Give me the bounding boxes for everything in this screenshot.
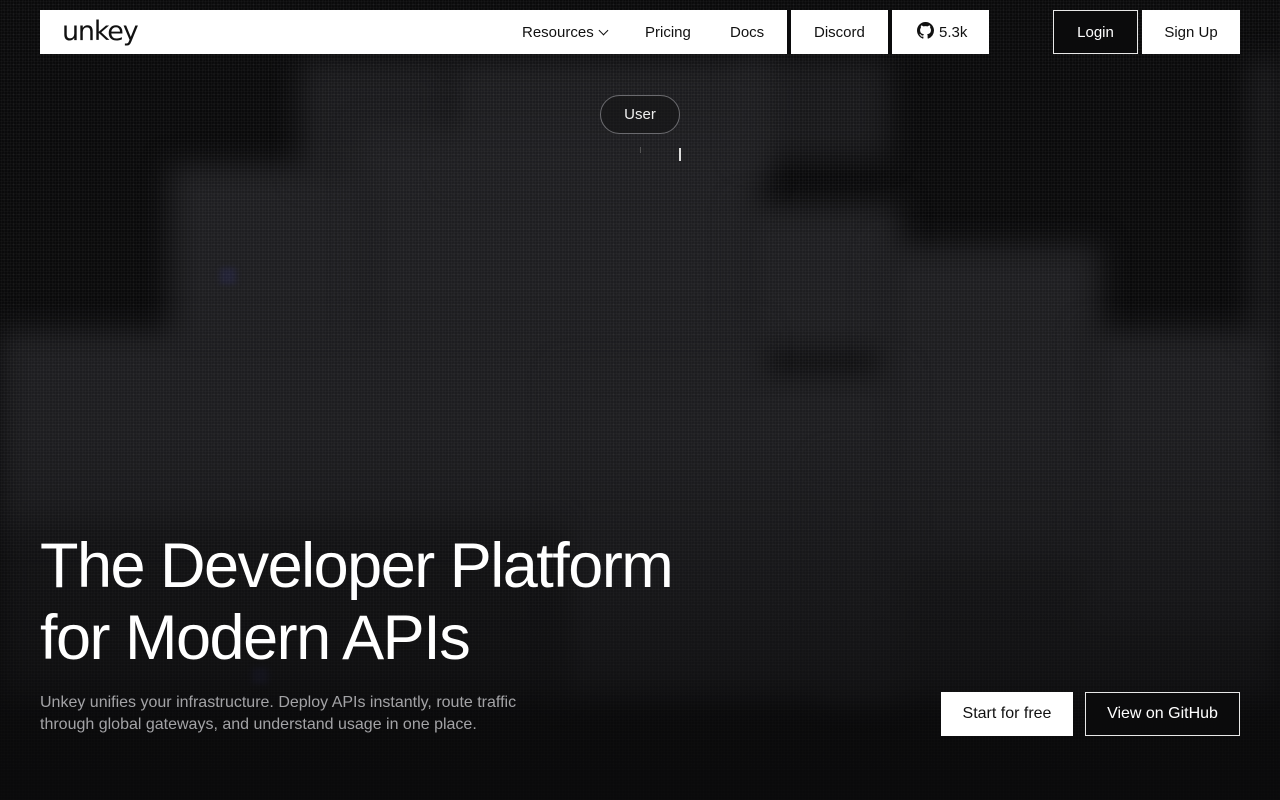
signup-button[interactable]: Sign Up [1142, 10, 1240, 54]
hero-title: The Developer Platform for Modern APIs [40, 530, 780, 674]
text-cursor [679, 148, 681, 161]
chevron-down-icon [598, 25, 609, 35]
unkey-logo[interactable]: unkey [62, 16, 139, 47]
user-badge[interactable]: User [600, 95, 680, 134]
nav-divider [888, 10, 892, 54]
nav-resources-label: Resources [522, 23, 594, 41]
user-badge-label: User [624, 106, 656, 123]
start-for-free-button[interactable]: Start for free [941, 692, 1073, 736]
view-on-github-button[interactable]: View on GitHub [1085, 692, 1240, 736]
nav-github-link[interactable]: 5.3k [917, 10, 967, 54]
hero-title-line-2: for Modern APIs [40, 603, 471, 673]
nav-docs-link[interactable]: Docs [730, 10, 764, 54]
nav-resources-dropdown[interactable]: Resources [522, 10, 609, 54]
nav-divider [787, 10, 791, 54]
nav-discord-link[interactable]: Discord [814, 10, 865, 54]
nav-bar: unkey Resources Pricing Docs Discord 5.3… [40, 10, 989, 54]
nav-pricing-label: Pricing [645, 23, 691, 41]
hero-subtitle: Unkey unifies your infrastructure. Deplo… [40, 692, 560, 736]
hero-title-line-1: The Developer Platform [40, 531, 674, 601]
github-icon [917, 21, 934, 43]
nav-discord-label: Discord [814, 23, 865, 41]
top-navigation: unkey Resources Pricing Docs Discord 5.3… [40, 10, 1240, 54]
hero-subtitle-line-1: Unkey unifies your infrastructure. Deplo… [40, 694, 517, 711]
login-button[interactable]: Login [1053, 10, 1138, 54]
page: unkey Resources Pricing Docs Discord 5.3… [0, 0, 1280, 800]
nav-docs-label: Docs [730, 23, 765, 41]
nav-pricing-link[interactable]: Pricing [645, 10, 691, 54]
logo-text: unkey [62, 16, 139, 47]
connector-tick [640, 147, 641, 153]
github-stars-count: 5.3k [939, 23, 968, 41]
hero-subtitle-line-2: through global gateways, and understand … [40, 716, 477, 733]
